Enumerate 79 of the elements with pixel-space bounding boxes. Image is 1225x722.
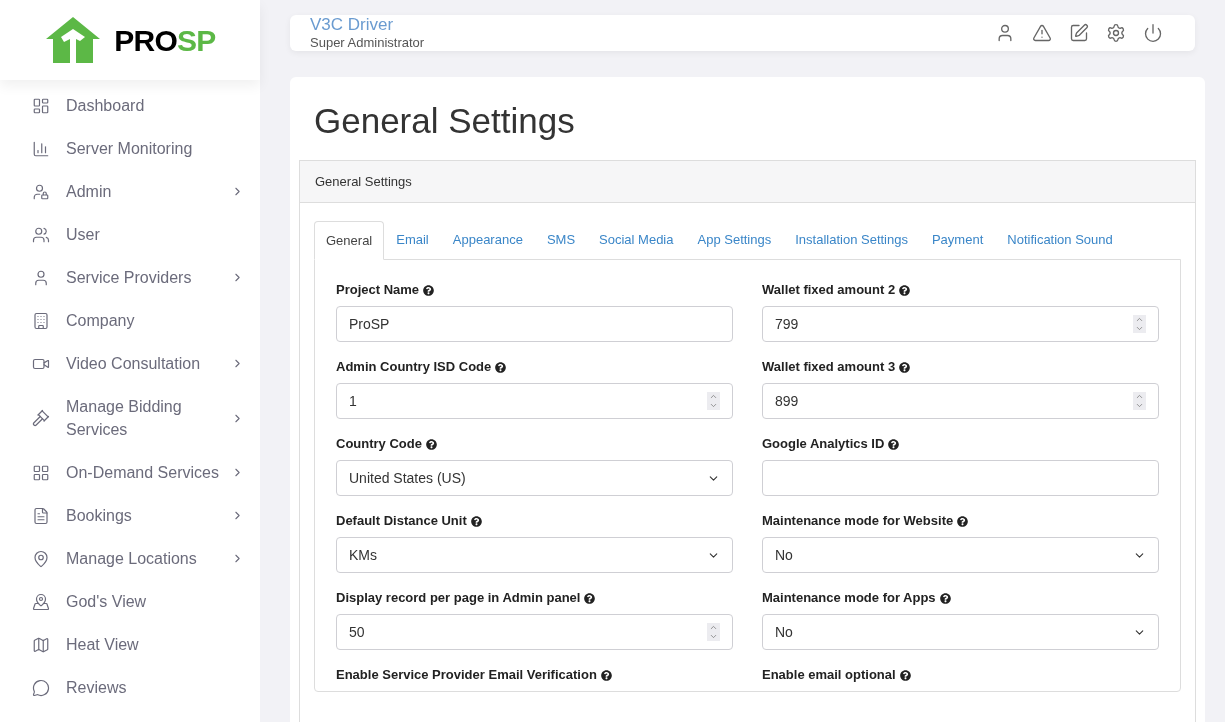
panel-title: General Settings <box>315 172 412 191</box>
settings-tab[interactable]: Appearance <box>440 220 535 259</box>
settings-tab[interactable]: SMS <box>534 220 588 259</box>
help-icon <box>425 438 437 450</box>
select-dropdown[interactable]: KMs <box>336 537 733 573</box>
help-icon <box>939 592 951 604</box>
field-label: Admin Country ISD Code <box>336 358 492 377</box>
sidebar-item[interactable]: Manage Locations <box>0 537 260 580</box>
sidebar-item[interactable]: Server Monitoring <box>0 127 260 170</box>
sidebar-item[interactable]: Reviews <box>0 666 260 709</box>
edit-icon[interactable] <box>1069 23 1089 43</box>
users-icon <box>32 225 50 244</box>
field-label: Enable Service Provider Email Verification <box>336 666 597 685</box>
field-label: Wallet fixed amount 3 <box>762 358 896 377</box>
sidebar-item[interactable]: On-Demand Services <box>0 451 260 494</box>
sidebar-item[interactable]: Dashboard <box>0 84 260 127</box>
select-dropdown[interactable]: United States (US) <box>336 460 733 496</box>
help-icon <box>584 592 596 604</box>
settings-tab[interactable]: Payment <box>919 220 996 259</box>
select-dropdown[interactable]: No <box>762 614 1159 650</box>
settings-tab[interactable]: App Settings <box>685 220 784 259</box>
sidebar-item[interactable]: Bookings <box>0 494 260 537</box>
power-icon[interactable] <box>1143 23 1163 43</box>
sidebar-item[interactable]: Heat View <box>0 623 260 666</box>
field-label: Project Name <box>336 281 420 300</box>
field-label: Default Distance Unit <box>336 512 467 531</box>
help-icon <box>423 284 435 296</box>
settings-tab[interactable]: General <box>314 221 385 260</box>
chart-icon <box>32 139 50 158</box>
logo-text: PROSP <box>114 22 216 59</box>
help-icon <box>495 361 507 373</box>
grid-icon <box>32 96 50 115</box>
sidebar-item[interactable]: User <box>0 213 260 256</box>
field-label: Maintenance mode for Website <box>762 512 954 531</box>
map-icon <box>32 635 50 654</box>
number-field[interactable]: 899 <box>762 383 1159 419</box>
building-icon <box>32 311 50 330</box>
number-field[interactable]: 1 <box>336 383 733 419</box>
chat-icon <box>32 678 50 697</box>
sidebar-item[interactable]: Company <box>0 299 260 342</box>
page-title: General Settings <box>313 100 576 142</box>
sidebar-item[interactable]: Video Consultation <box>0 342 260 385</box>
user-role: Super Administrator <box>310 35 425 51</box>
sidebar-item[interactable]: Service Providers <box>0 256 260 299</box>
help-icon <box>899 361 911 373</box>
gavel-icon <box>32 409 50 427</box>
number-field[interactable]: 50 <box>336 614 733 650</box>
settings-tab[interactable]: Installation Settings <box>783 220 920 259</box>
field-label: Google Analytics ID <box>762 435 885 454</box>
map-pin-icon <box>32 549 50 568</box>
sidebar-item[interactable]: Admin <box>0 170 260 213</box>
help-icon <box>470 515 482 527</box>
field-label: Maintenance mode for Apps <box>762 589 936 608</box>
help-icon <box>899 284 911 296</box>
help-icon <box>600 669 612 681</box>
grid-icon <box>32 463 50 482</box>
settings-tab[interactable]: Social Media <box>587 220 686 259</box>
help-icon <box>888 438 900 450</box>
user-icon <box>32 268 50 287</box>
field-label: Enable email optional <box>762 666 896 685</box>
document-icon <box>32 506 50 525</box>
sidebar-item[interactable]: God's View <box>0 580 260 623</box>
number-field[interactable]: 799 <box>762 306 1159 342</box>
user-lock-icon <box>32 182 50 201</box>
user-name: V3C Driver <box>310 15 395 35</box>
settings-tab[interactable]: Email <box>384 220 441 259</box>
settings-tab[interactable]: Notification Sound <box>995 220 1125 259</box>
select-dropdown[interactable]: No <box>762 537 1159 573</box>
field-label: Country Code <box>336 435 422 454</box>
help-icon <box>957 515 969 527</box>
text-field[interactable] <box>762 460 1159 496</box>
settings-icon[interactable] <box>1106 23 1126 43</box>
help-icon <box>899 669 911 681</box>
map-pin-icon <box>32 592 50 611</box>
text-field[interactable]: ProSP <box>336 306 733 342</box>
sidebar-item[interactable]: Manage Bidding Services <box>0 385 260 451</box>
field-label: Wallet fixed amount 2 <box>762 281 896 300</box>
field-label: Display record per page in Admin panel <box>336 589 581 608</box>
warning-icon[interactable] <box>1032 23 1052 43</box>
